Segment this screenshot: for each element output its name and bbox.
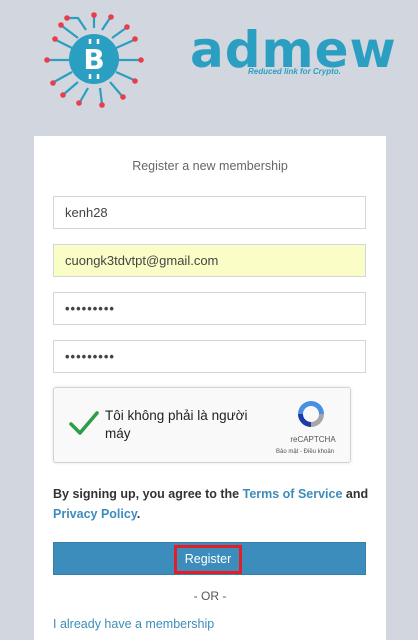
- existing-membership-link[interactable]: I already have a membership: [53, 617, 214, 631]
- bitcoin-circuit-icon: B: [44, 12, 144, 108]
- form-title: Register a new membership: [132, 159, 288, 173]
- register-button[interactable]: Register: [53, 542, 366, 575]
- confirm-password-field[interactable]: •••••••••: [53, 340, 366, 373]
- privacy-policy-link[interactable]: Privacy Policy: [53, 507, 137, 521]
- brand-tagline: Reduced link for Crypto.: [248, 67, 341, 76]
- email-field[interactable]: cuongk3tdvtpt@gmail.com: [53, 244, 366, 277]
- terms-notice: By signing up, you agree to the Terms of…: [53, 484, 371, 524]
- terms-and: and: [342, 487, 369, 501]
- brand-logo: B admew Reduced link for Crypto.: [44, 10, 396, 110]
- recaptcha-privacy-terms[interactable]: Bảo mật - Điều khoản: [260, 449, 350, 455]
- recaptcha-checkmark-icon[interactable]: [66, 405, 102, 441]
- recaptcha-logo-icon: [298, 401, 324, 427]
- terms-prefix: By signing up, you agree to the: [53, 487, 243, 501]
- or-divider: - OR -: [193, 589, 227, 603]
- password-field[interactable]: •••••••••: [53, 292, 366, 325]
- svg-text:B: B: [83, 43, 104, 76]
- recaptcha-widget: Tôi không phải là người máy reCAPTCHA Bả…: [53, 387, 351, 463]
- terms-of-service-link[interactable]: Terms of Service: [243, 487, 343, 501]
- recaptcha-brand: reCAPTCHA: [290, 435, 336, 444]
- terms-suffix: .: [136, 507, 141, 521]
- recaptcha-label: Tôi không phải là người máy: [105, 408, 248, 441]
- username-field[interactable]: kenh28: [53, 196, 366, 229]
- register-button-label: Register: [174, 545, 242, 574]
- register-box: Register a new membership kenh28 cuongk3…: [34, 136, 386, 640]
